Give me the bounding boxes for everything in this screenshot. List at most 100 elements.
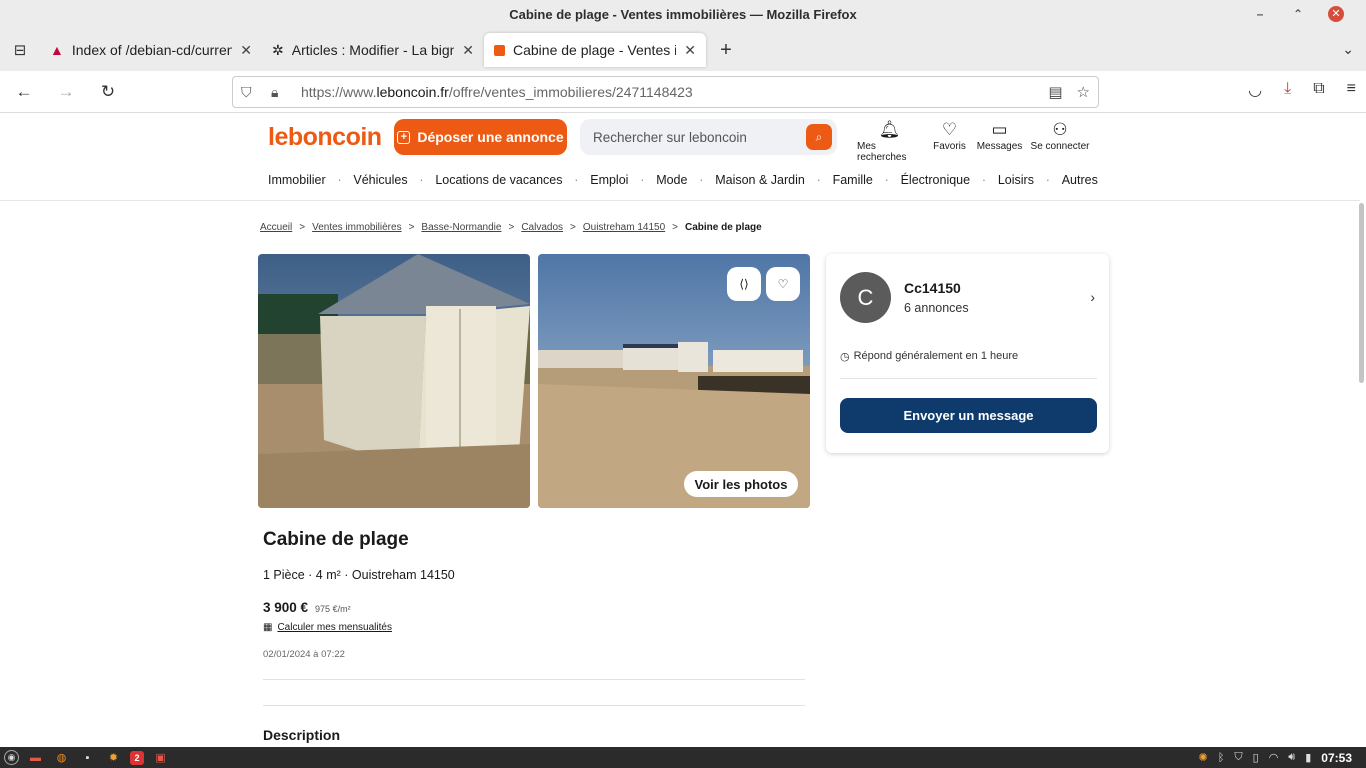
battery-icon[interactable]: ▮: [1305, 751, 1311, 764]
avatar[interactable]: C: [840, 272, 891, 323]
category-link[interactable]: Mode: [656, 173, 687, 187]
shield-tray-icon[interactable]: ⛉: [1234, 751, 1242, 764]
window-titlebar: Cabine de plage - Ventes immobilières — …: [0, 0, 1366, 29]
message-icon: ▭: [991, 120, 1008, 139]
reload-icon[interactable]: ↻: [90, 74, 126, 110]
tab-close-icon[interactable]: ✕: [240, 42, 252, 59]
firefox-view-icon[interactable]: ⊟: [0, 29, 40, 71]
lock-icon[interactable]: 🔒︎: [271, 84, 293, 101]
menu-icon[interactable]: ≡: [1347, 80, 1356, 100]
breadcrumb-link[interactable]: Ouistreham 14150: [583, 222, 665, 233]
breadcrumb-link[interactable]: Ventes immobilières: [312, 222, 401, 233]
forward-icon[interactable]: →: [48, 74, 84, 110]
tab-joomla[interactable]: ✲ Articles : Modifier - La bignonne ✕: [262, 33, 484, 67]
joomla-icon: ✲: [272, 41, 284, 58]
terminal-icon[interactable]: ▪: [78, 749, 97, 766]
shield-icon[interactable]: ⛉: [241, 84, 263, 101]
category-link[interactable]: Emploi: [590, 173, 628, 187]
beach-hut-photo: [258, 254, 530, 508]
ad-price: 3 900 € 975 €/m²: [263, 600, 351, 615]
ad-photo-secondary[interactable]: ⟨⟩ ♡ Voir les photos: [538, 254, 810, 508]
chevron-right-icon[interactable]: ›: [1090, 289, 1095, 305]
category-link[interactable]: Autres: [1062, 173, 1098, 187]
description-heading: Description: [263, 727, 341, 743]
wifi-icon[interactable]: ◠: [1269, 751, 1279, 764]
minimize-icon[interactable]: –: [1252, 6, 1268, 22]
pocket-icon[interactable]: ◡: [1248, 80, 1262, 100]
category-link[interactable]: Famille: [833, 173, 873, 187]
navigation-bar: ← → ↻ ⛉ 🔒︎ https://www. leboncoin.fr/offr…: [0, 71, 1366, 113]
page-content: leboncoin + Déposer une annonce Recherch…: [0, 113, 1366, 747]
se-connecter-link[interactable]: ⚇ Se connecter: [1026, 119, 1094, 163]
breadcrumb: Accueil > Ventes immobilières > Basse-Norm…: [260, 222, 762, 233]
ad-photo-main[interactable]: [258, 254, 530, 508]
seller-ads-count: 6 annonces: [904, 301, 969, 315]
ad-title: Cabine de plage: [263, 529, 409, 550]
firefox-icon[interactable]: ◍: [52, 749, 71, 766]
tab-close-icon[interactable]: ✕: [462, 42, 474, 59]
download-icon[interactable]: ⤓: [1284, 80, 1291, 100]
tab-leboncoin[interactable]: Cabine de plage - Ventes immobilières ✕: [484, 33, 706, 67]
bluetooth-icon[interactable]: ᛒ: [1218, 752, 1225, 764]
response-text: Répond généralement en 1 heure: [853, 350, 1019, 362]
volume-icon[interactable]: 🔊︎: [1288, 751, 1295, 764]
window-title: Cabine de plage - Ventes immobilières — …: [509, 7, 857, 22]
deposer-label: Déposer une annonce: [417, 129, 564, 145]
chevron-down-icon[interactable]: ⌄: [1342, 41, 1354, 58]
category-link[interactable]: Maison & Jardin: [715, 173, 805, 187]
seller-response-time: ◷ Répond généralement en 1 heure: [840, 350, 1018, 363]
reader-view-icon[interactable]: ▤: [1048, 83, 1062, 101]
new-tab-icon[interactable]: +: [706, 39, 746, 62]
url-prefix: https://www.: [301, 84, 377, 100]
clipboard-icon[interactable]: ▯: [1253, 751, 1259, 764]
bookmark-star-icon[interactable]: ☆: [1077, 83, 1090, 101]
messages-link[interactable]: ▭ Messages: [973, 119, 1026, 163]
calc-mensualites-link[interactable]: Calculer mes mensualités: [277, 622, 392, 633]
breadcrumb-link[interactable]: Basse-Normandie: [421, 222, 501, 233]
breadcrumb-link[interactable]: Accueil: [260, 222, 292, 233]
debian-icon: ▲: [50, 42, 64, 58]
url-bar[interactable]: ⛉ 🔒︎ https://www. leboncoin.fr/offre/vent…: [232, 76, 1099, 108]
close-window-icon[interactable]: ✕: [1328, 6, 1344, 22]
category-link[interactable]: Immobilier: [268, 173, 326, 187]
seller-name[interactable]: Cc14150: [904, 280, 961, 296]
weather-icon[interactable]: ✺: [1199, 751, 1208, 764]
app-icon[interactable]: ▣: [151, 749, 170, 766]
restore-icon[interactable]: ⌃: [1290, 6, 1306, 22]
breadcrumb-link[interactable]: Calvados: [521, 222, 563, 233]
search-placeholder: Rechercher sur leboncoin: [593, 129, 747, 145]
bell-icon: 🔔︎: [878, 120, 901, 139]
notification-badge[interactable]: 2: [130, 750, 144, 765]
favoris-label: Favoris: [933, 141, 966, 152]
leboncoin-logo[interactable]: leboncoin: [268, 123, 382, 152]
category-link[interactable]: Locations de vacances: [435, 173, 562, 187]
tab-label: Index of /debian-cd/current: [71, 42, 233, 58]
send-message-button[interactable]: Envoyer un message: [840, 398, 1097, 433]
category-link[interactable]: Électronique: [901, 173, 971, 187]
settings-gear-icon[interactable]: ✹: [104, 749, 123, 766]
tab-label: Articles : Modifier - La bignonne: [291, 42, 455, 58]
back-icon[interactable]: ←: [6, 74, 42, 110]
ad-date: 02/01/2024 à 07:22: [263, 649, 345, 660]
taskbar: ◉ ▬ ◍ ▪ ✹ 2 ▣ ✺ ᛒ ⛉ ▯ ◠ 🔊︎ ▮ 07:53: [0, 747, 1366, 768]
share-icon[interactable]: ⟨⟩: [727, 267, 761, 301]
start-menu-icon[interactable]: ◉: [4, 750, 19, 765]
tab-strip: ⊟ ▲ Index of /debian-cd/current ✕ ✲ Arti…: [0, 29, 1366, 71]
category-link[interactable]: Véhicules: [353, 173, 407, 187]
page-scrollbar[interactable]: [1359, 203, 1364, 383]
favorite-heart-icon[interactable]: ♡: [766, 267, 800, 301]
deposer-annonce-button[interactable]: + Déposer une annonce: [394, 119, 567, 155]
breadcrumb-current: Cabine de plage: [684, 222, 762, 233]
clock-icon: ◷: [840, 351, 850, 363]
search-icon[interactable]: ⌕: [806, 124, 832, 150]
tab-close-icon[interactable]: ✕: [684, 42, 696, 59]
favoris-link[interactable]: ♡ Favoris: [926, 119, 973, 163]
category-link[interactable]: Loisirs: [998, 173, 1034, 187]
extensions-icon[interactable]: ⧉: [1313, 80, 1324, 100]
tab-debian[interactable]: ▲ Index of /debian-cd/current ✕: [40, 33, 262, 67]
voir-photos-button[interactable]: Voir les photos: [684, 471, 798, 497]
files-icon[interactable]: ▬: [26, 749, 45, 766]
clock[interactable]: 07:53: [1321, 751, 1352, 765]
mes-recherches-link[interactable]: 🔔︎ Mes recherches: [853, 119, 926, 163]
search-input[interactable]: Rechercher sur leboncoin ⌕: [580, 119, 837, 155]
